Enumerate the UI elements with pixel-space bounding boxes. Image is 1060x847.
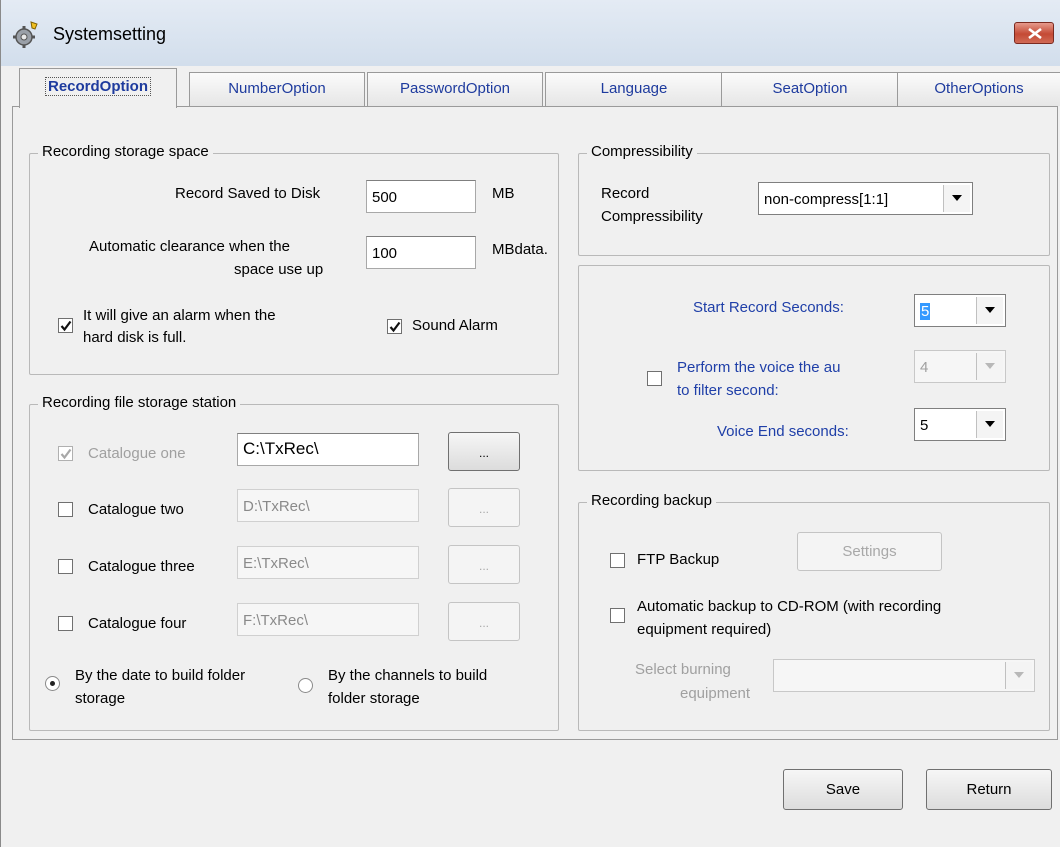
start-record-seconds-select[interactable]: 5 [914, 294, 1006, 327]
by-channels-radio[interactable] [298, 678, 313, 693]
disk-full-alarm-label-line1: It will give an alarm when the [83, 307, 276, 324]
catalogue-three-label: Catalogue three [88, 558, 195, 575]
sound-alarm-checkbox[interactable] [387, 319, 402, 334]
by-channels-label-line2: folder storage [328, 690, 420, 707]
catalogue-one-label: Catalogue one [88, 445, 186, 462]
save-button[interactable]: Save [783, 769, 903, 810]
cdrom-backup-checkbox[interactable] [610, 608, 625, 623]
start-record-seconds-value: 5 [920, 303, 931, 320]
filter-second-checkbox[interactable] [647, 371, 662, 386]
saved-to-disk-input[interactable]: 500 [366, 180, 476, 213]
dropdown-arrow-icon [976, 353, 1003, 380]
compressibility-label-line1: Record [601, 185, 650, 202]
by-date-label-line1: By the date to build folder [75, 667, 246, 684]
ftp-settings-button[interactable]: Settings [797, 532, 942, 571]
tab-otheroptions[interactable]: OtherOptions [897, 72, 1060, 106]
clearance-label-line1: Automatic clearance when the [89, 238, 290, 255]
catalogue-three-browse-button[interactable]: ... [448, 545, 520, 584]
tab-numberoption[interactable]: NumberOption [189, 72, 365, 106]
catalogue-one-checkbox[interactable] [58, 446, 73, 461]
clearance-label-line2: space use up [234, 261, 324, 278]
filter-second-select[interactable]: 4 [914, 350, 1006, 383]
dropdown-arrow-icon [943, 185, 970, 212]
tab-language[interactable]: Language [545, 72, 723, 106]
check-icon [60, 448, 72, 460]
tab-recordoption[interactable]: RecordOption [19, 68, 177, 108]
dropdown-arrow-icon [1005, 662, 1032, 689]
check-icon [60, 320, 72, 332]
close-icon [1028, 28, 1042, 39]
clearance-unit-label: MBdata. [492, 241, 548, 258]
catalogue-two-path[interactable]: D:\TxRec\ [237, 489, 419, 522]
catalogue-four-checkbox[interactable] [58, 616, 73, 631]
recording-backup-legend: Recording backup [587, 492, 716, 509]
ftp-backup-checkbox[interactable] [610, 553, 625, 568]
catalogue-four-path[interactable]: F:\TxRec\ [237, 603, 419, 636]
filter-second-label-line2: to filter second: [677, 382, 779, 399]
burning-equipment-label-line1: Select burning [635, 661, 731, 678]
clearance-input[interactable]: 100 [366, 236, 476, 269]
voice-end-seconds-value: 5 [920, 417, 929, 434]
sound-alarm-label: Sound Alarm [412, 317, 498, 334]
catalogue-one-path[interactable]: C:\TxRec\ [237, 433, 419, 466]
tab-seatoption[interactable]: SeatOption [721, 72, 899, 106]
catalogue-three-checkbox[interactable] [58, 559, 73, 574]
burning-equipment-select[interactable] [773, 659, 1035, 692]
catalogue-three-path[interactable]: E:\TxRec\ [237, 546, 419, 579]
storage-space-legend: Recording storage space [38, 143, 213, 160]
voice-end-seconds-select[interactable]: 5 [914, 408, 1006, 441]
compressibility-legend: Compressibility [587, 143, 697, 160]
return-button[interactable]: Return [926, 769, 1052, 810]
ftp-backup-label: FTP Backup [637, 551, 720, 568]
by-channels-label-line1: By the channels to build [328, 667, 488, 684]
start-record-seconds-label: Start Record Seconds: [693, 299, 844, 316]
catalogue-four-label: Catalogue four [88, 615, 187, 632]
window-title: Systemsetting [53, 24, 167, 44]
voice-end-seconds-label: Voice End seconds: [717, 423, 849, 440]
catalogue-two-browse-button[interactable]: ... [448, 488, 520, 527]
file-station-legend: Recording file storage station [38, 394, 241, 411]
compressibility-value: non-compress[1:1] [764, 191, 889, 208]
systemsetting-window: Systemsetting RecordOption NumberOption … [0, 0, 1060, 847]
catalogue-two-label: Catalogue two [88, 501, 184, 518]
filter-second-value: 4 [920, 359, 929, 376]
catalogue-two-checkbox[interactable] [58, 502, 73, 517]
by-date-radio[interactable] [45, 676, 60, 691]
saved-to-disk-label: Record Saved to Disk [175, 185, 321, 202]
dropdown-arrow-icon [976, 297, 1003, 324]
settings-gear-icon [11, 20, 41, 50]
disk-full-alarm-label-line2: hard disk is full. [83, 329, 187, 346]
by-date-label-line2: storage [75, 690, 126, 707]
cdrom-backup-label-line2: equipment required) [637, 621, 772, 638]
cdrom-backup-label-line1: Automatic backup to CD-ROM (with recordi… [637, 598, 942, 615]
close-button[interactable] [1014, 22, 1054, 44]
saved-unit-label: MB [492, 185, 515, 202]
title-bar[interactable]: Systemsetting [1, 0, 1060, 66]
catalogue-four-browse-button[interactable]: ... [448, 602, 520, 641]
burning-equipment-label-line2: equipment [680, 685, 751, 702]
catalogue-one-browse-button[interactable]: ... [448, 432, 520, 471]
filter-second-label-line1: Perform the voice the au [677, 359, 841, 376]
compressibility-select[interactable]: non-compress[1:1] [758, 182, 973, 215]
compressibility-label-line2: Compressibility [601, 208, 703, 225]
check-icon [389, 321, 401, 333]
disk-full-alarm-checkbox[interactable] [58, 318, 73, 333]
tab-passwordoption[interactable]: PasswordOption [367, 72, 543, 106]
dropdown-arrow-icon [976, 411, 1003, 438]
